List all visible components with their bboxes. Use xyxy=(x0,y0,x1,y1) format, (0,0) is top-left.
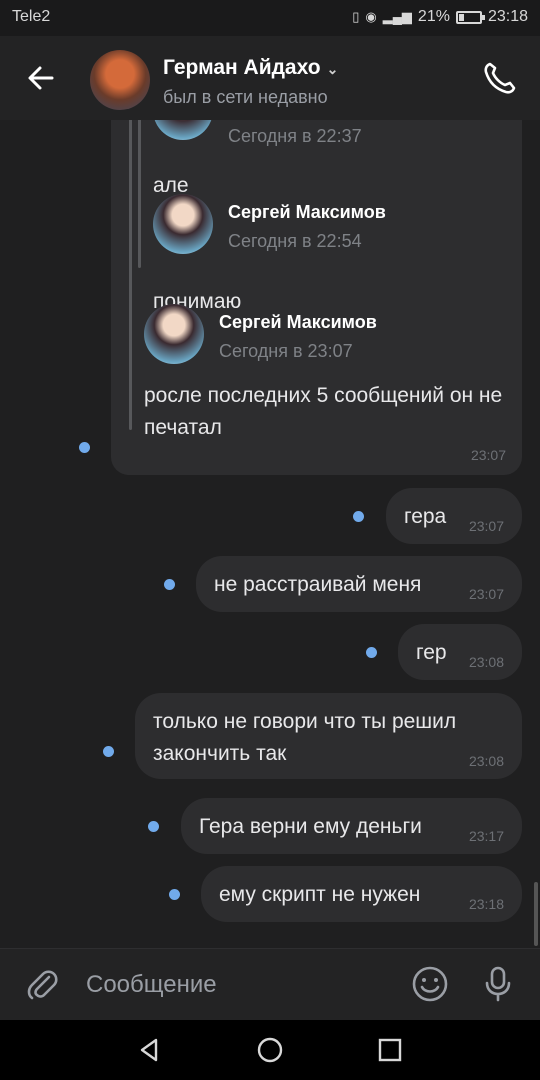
paperclip-icon[interactable] xyxy=(22,964,62,1004)
system-navigation-bar xyxy=(0,1020,540,1080)
contact-name[interactable]: Герман Айдахо ⌄ xyxy=(163,56,338,80)
message-text: гера xyxy=(404,505,447,528)
carrier-label: Tele2 xyxy=(12,8,51,25)
message-bubble[interactable]: гера 23:07 xyxy=(386,488,522,544)
avatar xyxy=(144,304,204,364)
message-time: 23:07 xyxy=(468,518,504,534)
avatar xyxy=(153,120,213,140)
message-time: 23:18 xyxy=(468,896,504,912)
message-list[interactable]: Сегодня в 22:37 але Сергей Максимов Сего… xyxy=(0,120,540,948)
message-input[interactable] xyxy=(86,967,396,1003)
chat-header: Герман Айдахо ⌄ был в сети недавно xyxy=(0,36,540,120)
forward-date: Сегодня в 23:07 xyxy=(219,341,353,361)
arrow-left-icon[interactable] xyxy=(22,58,62,98)
battery-icon xyxy=(455,10,485,24)
unread-dot xyxy=(79,442,90,453)
forward-date: Сегодня в 22:37 xyxy=(228,126,362,146)
status-bar: Tele2 ▯ ◉ ▂▄▆ 21% 23:18 xyxy=(0,0,540,36)
message-text: Гера верни ему деньги xyxy=(199,815,422,838)
message-text: гер xyxy=(416,641,447,664)
avatar[interactable] xyxy=(90,50,150,110)
unread-dot xyxy=(366,647,377,658)
unread-dot xyxy=(353,511,364,522)
message-text: ему скрипт не нужен xyxy=(219,883,421,906)
message-time: 23:07 xyxy=(468,586,504,602)
message-bubble[interactable]: ему скрипт не нужен 23:18 xyxy=(201,866,522,922)
eye-icon: ◉ xyxy=(365,9,377,24)
unread-dot xyxy=(103,746,114,757)
clock: 23:18 xyxy=(487,8,528,25)
message-bubble[interactable]: не расстраивай меня 23:07 xyxy=(196,556,522,612)
forwarded-message-bubble[interactable]: Сегодня в 22:37 але Сергей Максимов Сего… xyxy=(111,120,522,475)
circle-home-icon[interactable] xyxy=(254,1034,286,1066)
smiley-icon[interactable] xyxy=(410,964,450,1004)
forward-author: Сергей Максимов xyxy=(228,202,386,222)
contact-status: был в сети недавно xyxy=(163,87,328,107)
unread-dot xyxy=(169,889,180,900)
message-bubble[interactable]: только не говори что ты решил закончить … xyxy=(135,693,522,779)
message-bubble[interactable]: Гера верни ему деньги 23:17 xyxy=(181,798,522,854)
message-composer xyxy=(0,948,540,1020)
scrollbar[interactable] xyxy=(534,882,538,946)
forward-quote-line xyxy=(129,120,132,430)
unread-dot xyxy=(148,821,159,832)
forward-text: росле последних 5 сообщений он не печата… xyxy=(144,384,503,439)
square-recent-icon[interactable] xyxy=(374,1034,406,1066)
message-time: 23:08 xyxy=(468,753,504,769)
phone-icon[interactable] xyxy=(480,58,520,98)
vibrate-icon: ▯ xyxy=(352,9,360,24)
triangle-back-icon[interactable] xyxy=(134,1034,166,1066)
battery-percent: 21% xyxy=(417,8,450,25)
forward-quote-line xyxy=(138,120,141,268)
message-text: только не говори что ты решил закончить … xyxy=(153,710,457,765)
forward-author: Сергей Максимов xyxy=(219,312,377,332)
chevron-down-icon: ⌄ xyxy=(326,61,339,77)
message-time: 23:07 xyxy=(470,447,506,463)
message-time: 23:17 xyxy=(468,828,504,844)
message-time: 23:08 xyxy=(468,654,504,670)
signal-icon: ▂▄▆ xyxy=(382,9,412,24)
unread-dot xyxy=(164,579,175,590)
message-text: не расстраивай меня xyxy=(214,573,422,596)
microphone-icon[interactable] xyxy=(478,964,518,1004)
message-bubble[interactable]: гер 23:08 xyxy=(398,624,522,680)
avatar xyxy=(153,194,213,254)
forward-date: Сегодня в 22:54 xyxy=(228,231,362,251)
